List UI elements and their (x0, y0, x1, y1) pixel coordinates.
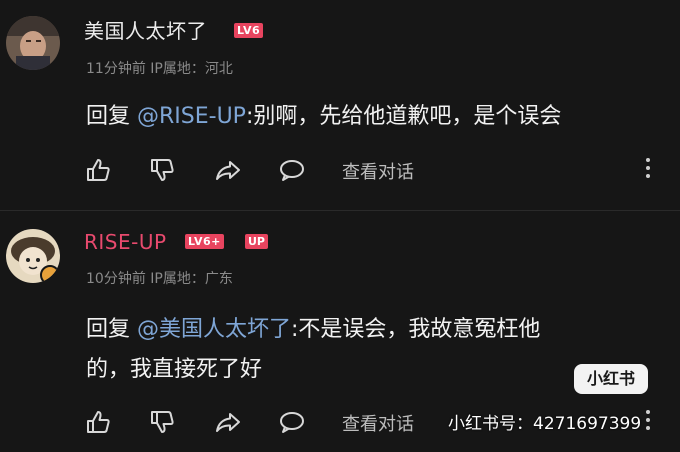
share-icon[interactable] (214, 157, 242, 183)
reply-prefix: 回复 (86, 104, 137, 129)
comment-text: 回复 @RISE-UP:别啊，先给他道歉吧，是个误会 (86, 97, 561, 137)
thumbs-up-icon[interactable] (84, 409, 112, 435)
comment-meta: 11分钟前 IP属地：河北 (86, 58, 233, 78)
comment-bubble-icon[interactable] (278, 157, 306, 183)
share-icon[interactable] (214, 409, 242, 435)
comment-text-line: 的，我直接死了好 (86, 357, 263, 382)
username[interactable]: 美国人太坏了 (84, 15, 207, 44)
timestamp: 11分钟前 (86, 61, 146, 77)
thumbs-down-icon[interactable] (148, 409, 176, 435)
more-vertical-icon[interactable] (644, 410, 652, 436)
ip-location: IP属地：河北 (150, 61, 233, 77)
comment-text: 回复 @美国人太坏了:不是误会，我故意冤枉他 的，我直接死了好 (86, 310, 540, 390)
ip-location: IP属地：广东 (150, 271, 233, 287)
comment-bubble-icon[interactable] (278, 409, 306, 435)
up-badge: UP (245, 234, 268, 249)
comment-actions: 查看对话 (84, 407, 444, 437)
comment-meta: 10分钟前 IP属地：广东 (86, 268, 233, 288)
comment-text-line: :不是误会，我故意冤枉他 (291, 317, 541, 342)
avatar-user-1[interactable] (6, 16, 60, 70)
more-vertical-icon[interactable] (644, 158, 652, 184)
mention-link[interactable]: @RISE-UP (137, 104, 246, 129)
view-conversation-button[interactable]: 查看对话 (342, 158, 414, 184)
divider (0, 210, 680, 211)
mention-link[interactable]: @美国人太坏了 (137, 317, 291, 342)
reply-prefix: 回复 (86, 317, 137, 342)
thumbs-up-icon[interactable] (84, 157, 112, 183)
timestamp: 10分钟前 (86, 271, 146, 287)
view-conversation-button[interactable]: 查看对话 (342, 410, 414, 436)
watermark-logo: 小红书 (574, 364, 648, 394)
username[interactable]: RISE-UP (84, 230, 167, 254)
comment-actions: 查看对话 (84, 155, 444, 185)
level-badge: LV6 (234, 23, 264, 38)
watermark-id: 小红书号：4271697399 (448, 414, 642, 434)
avatar-user-2[interactable] (6, 229, 60, 283)
level-badge: LV6+ (185, 234, 224, 249)
thumbs-down-icon[interactable] (148, 157, 176, 183)
comment-text-line: :别啊，先给他道歉吧，是个误会 (245, 104, 562, 129)
